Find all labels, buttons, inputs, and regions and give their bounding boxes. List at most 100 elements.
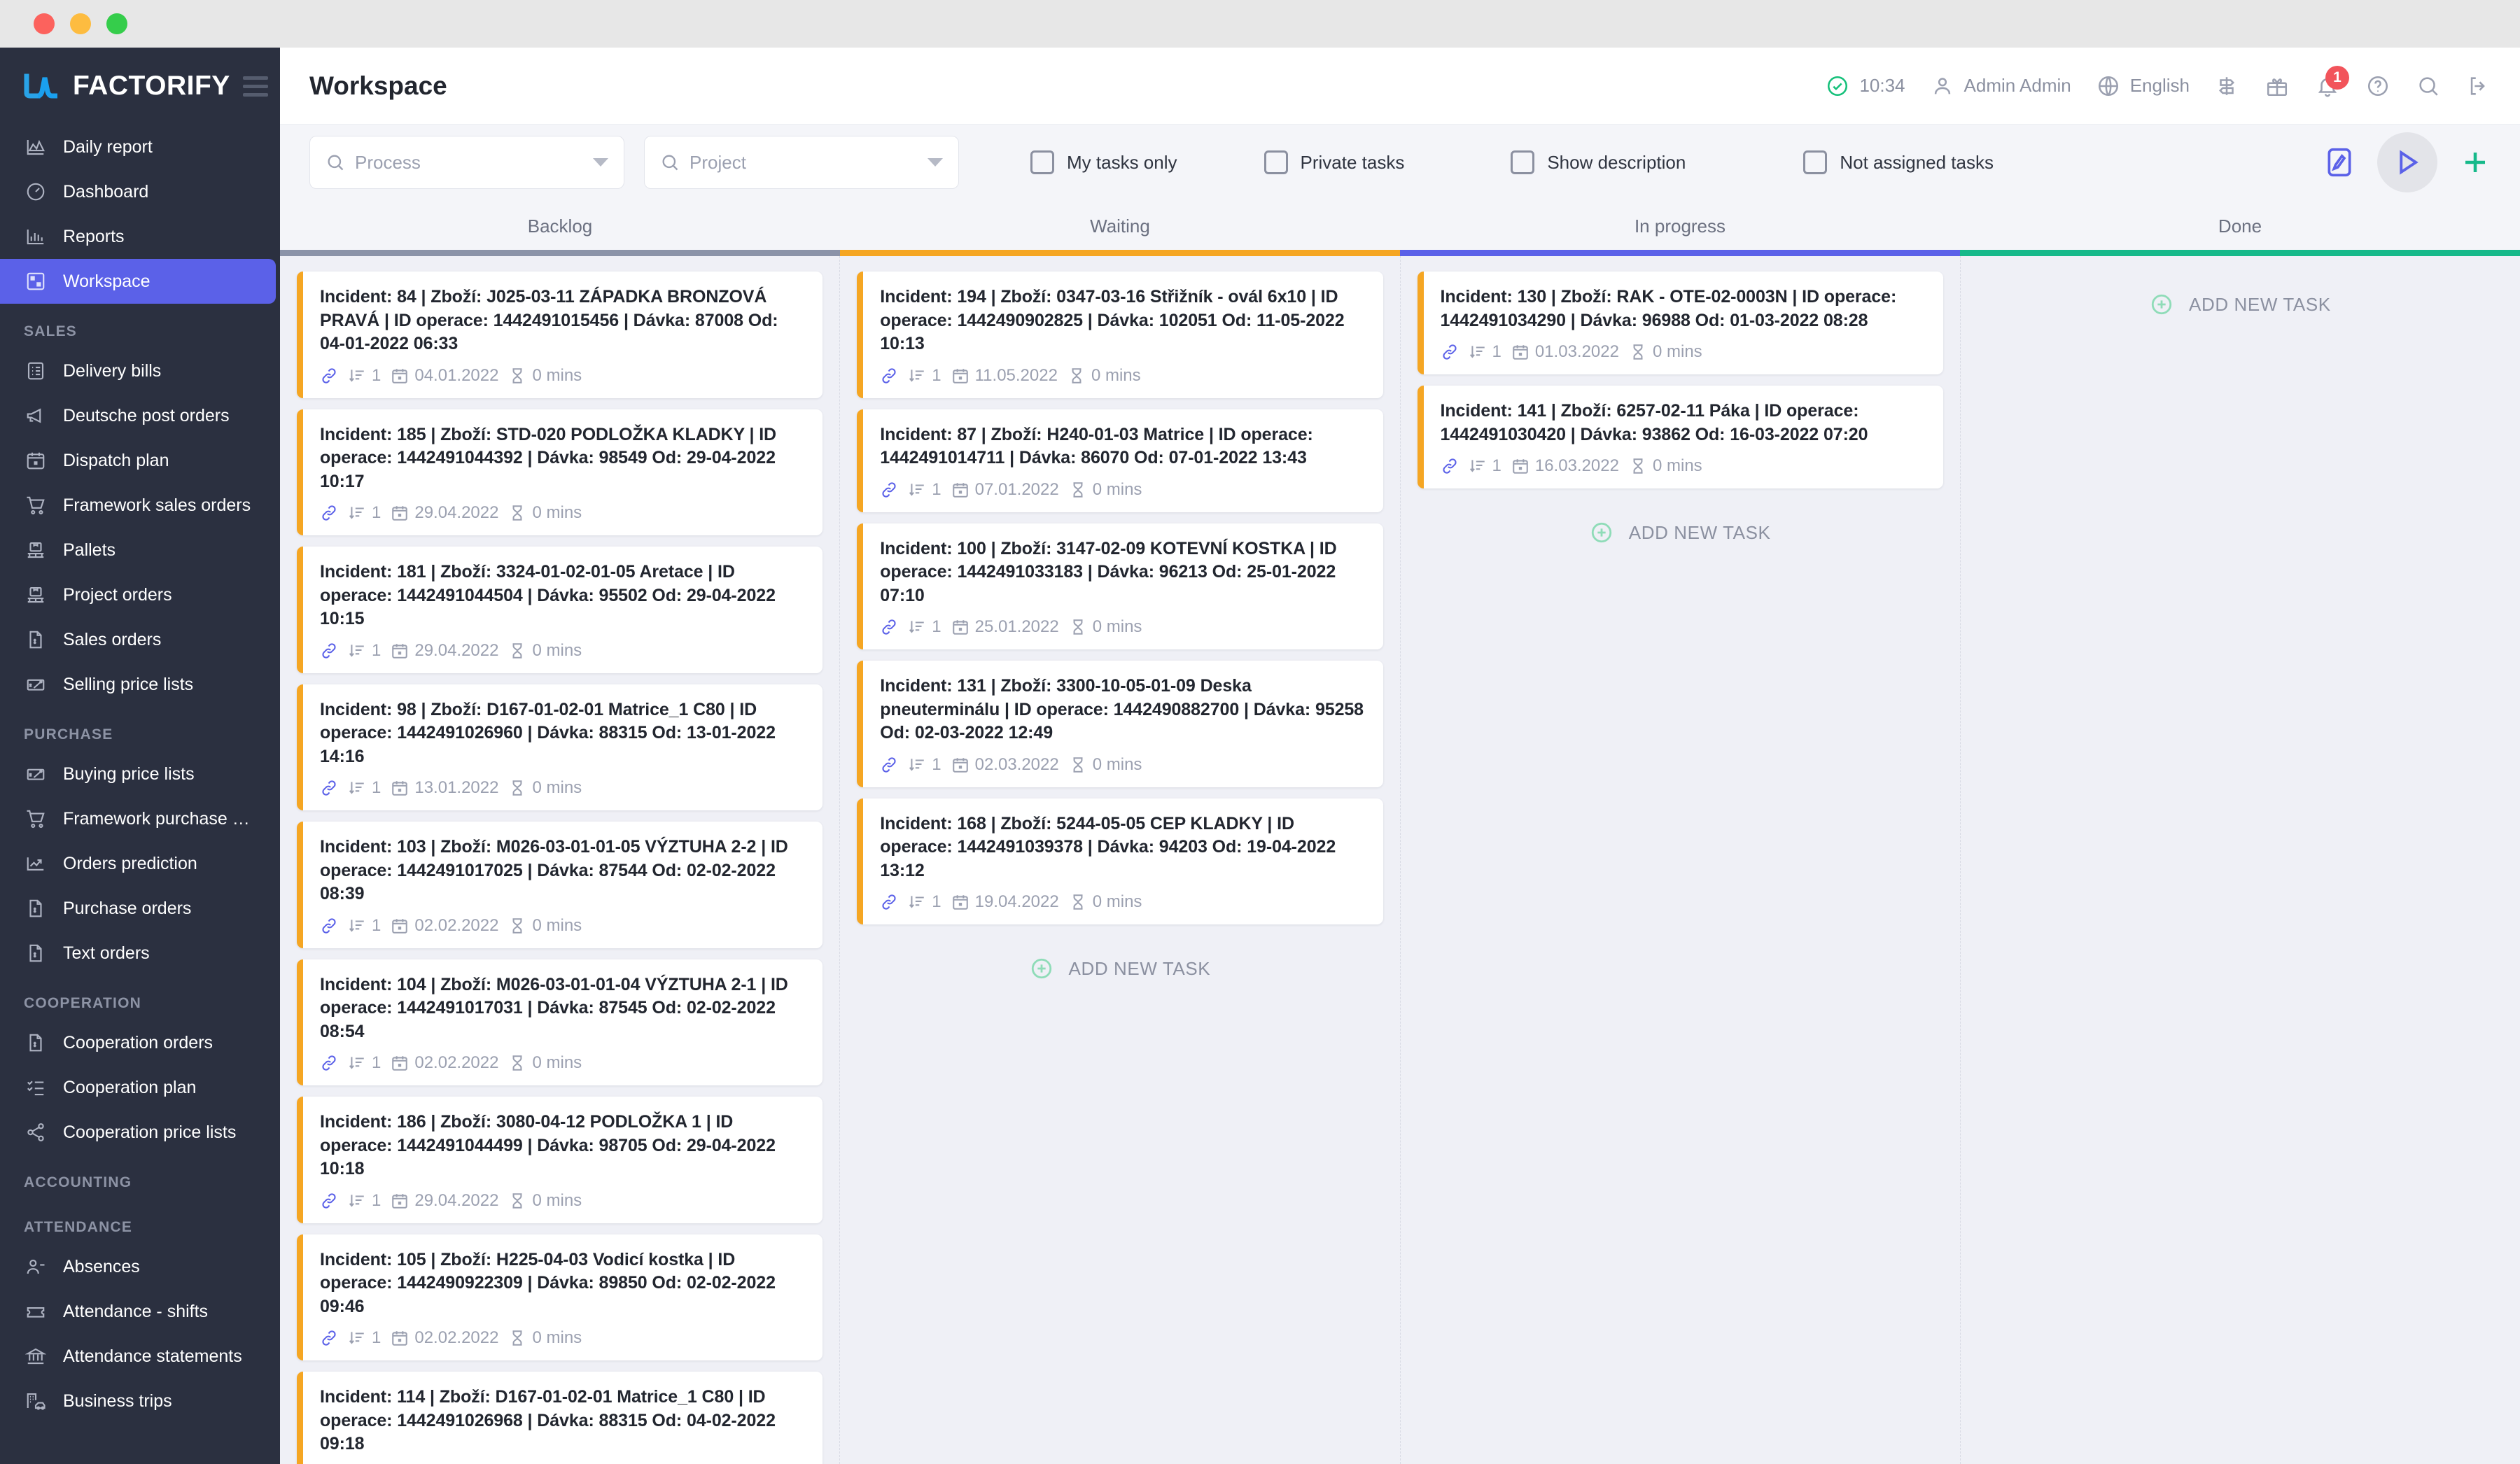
language-selector[interactable]: English [2095,73,2190,99]
hourglass-icon [1072,367,1082,383]
sidebar-item-workspace[interactable]: Workspace [0,259,276,304]
add-new-task-button[interactable]: ADD NEW TASK [857,936,1382,994]
board-column-header-done[interactable]: Done [1960,200,2520,250]
window-minimize-button[interactable] [70,13,91,34]
task-link[interactable] [880,618,898,636]
checkbox-box[interactable] [1030,150,1054,174]
task-card[interactable]: Incident: 104 | Zboží: M026-03-01-01-04 … [297,959,823,1085]
gift-icon[interactable] [2264,73,2290,99]
task-card[interactable]: Incident: 114 | Zboží: D167-01-02-01 Mat… [297,1372,823,1464]
board-column-header-backlog[interactable]: Backlog [280,200,840,250]
sidebar-item-framework-purchase-orders[interactable]: Framework purchase ord... [0,796,280,841]
sidebar-item-deutsche-post-orders[interactable]: Deutsche post orders [0,393,280,438]
window-maximize-button[interactable] [106,13,127,34]
task-card[interactable]: Incident: 185 | Zboží: STD-020 PODLOŽKA … [297,409,823,535]
board-column-in-progress[interactable]: Incident: 130 | Zboží: RAK - OTE-02-0003… [1401,256,1961,1464]
board-column-waiting[interactable]: Incident: 194 | Zboží: 0347-03-16 Střižn… [840,256,1401,1464]
sidebar-item-cooperation-price-lists[interactable]: Cooperation price lists [0,1110,280,1155]
accent-backlog [280,250,840,256]
task-date: 19.04.2022 [951,892,1059,912]
task-link[interactable] [320,917,338,935]
sidebar-item-delivery-bills[interactable]: Delivery bills [0,349,280,393]
board-column-done[interactable]: ADD NEW TASK [1961,256,2520,1464]
project-select[interactable]: Project [644,136,959,189]
task-card[interactable]: Incident: 105 | Zboží: H225-04-03 Vodicí… [297,1234,823,1360]
board-column-header-waiting[interactable]: Waiting [840,200,1400,250]
task-card[interactable]: Incident: 186 | Zboží: 3080-04-12 PODLOŽ… [297,1097,823,1223]
add-button[interactable] [2458,146,2492,179]
task-link[interactable] [320,779,338,797]
sidebar-item-buying-price-lists[interactable]: Buying price lists [0,752,280,796]
add-new-task-button[interactable]: ADD NEW TASK [1977,272,2503,330]
sidebar-item-selling-price-lists[interactable]: Selling price lists [0,662,280,707]
task-link[interactable] [320,1192,338,1210]
task-card[interactable]: Incident: 98 | Zboží: D167-01-02-01 Matr… [297,684,823,810]
task-link[interactable] [1441,343,1459,361]
sidebar-item-text-orders[interactable]: Text orders [0,931,280,976]
sidebar-item-reports[interactable]: Reports [0,214,280,259]
window-close-button[interactable] [34,13,55,34]
task-link[interactable] [1441,457,1459,475]
task-duration: 0 mins [1069,617,1142,637]
sidebar-item-attendance-shifts[interactable]: Attendance - shifts [0,1289,280,1334]
task-link[interactable] [880,367,898,385]
task-link[interactable] [320,1329,338,1347]
task-link[interactable] [320,367,338,385]
task-card[interactable]: Incident: 130 | Zboží: RAK - OTE-02-0003… [1417,272,1943,374]
task-card[interactable]: Incident: 141 | Zboží: 6257-02-11 Páka |… [1417,386,1943,488]
task-card[interactable]: Incident: 87 | Zboží: H240-01-03 Matrice… [857,409,1383,512]
edit-button[interactable] [2323,146,2356,179]
logout-icon[interactable] [2465,73,2492,99]
priority-sort-icon [349,782,364,794]
task-link[interactable] [880,481,898,499]
task-link[interactable] [880,756,898,774]
board-column-backlog[interactable]: Incident: 84 | Zboží: J025-03-11 ZÁPADKA… [280,256,841,1464]
add-new-task-button[interactable]: ADD NEW TASK [1418,500,1943,558]
sidebar-item-pallets[interactable]: Pallets [0,528,280,572]
task-link[interactable] [320,504,338,522]
play-button[interactable] [2377,132,2437,192]
priority-sort-icon [1469,460,1485,472]
signpost-icon[interactable] [2213,73,2240,99]
checkbox-private-tasks[interactable]: Private tasks [1264,150,1404,174]
task-link[interactable] [320,1054,338,1072]
checkbox-box[interactable] [1264,150,1288,174]
user-menu[interactable]: Admin Admin [1929,73,2071,99]
sidebar-item-sales-orders[interactable]: Sales orders [0,617,280,662]
sidebar-item-project-orders[interactable]: Project orders [0,572,280,617]
checkbox-box[interactable] [1511,150,1535,174]
checkbox-not-assigned-tasks[interactable]: Not assigned tasks [1803,150,1994,174]
checkbox-my-tasks-only[interactable]: My tasks only [1030,150,1177,174]
sidebar-nav: Daily report Dashboard Reports Workspace [0,125,280,1437]
task-card-title: Incident: 105 | Zboží: H225-04-03 Vodicí… [320,1249,776,1316]
checkbox-box[interactable] [1803,150,1828,174]
task-card[interactable]: Incident: 100 | Zboží: 3147-02-09 KOTEVN… [857,523,1383,649]
sidebar-item-daily-report[interactable]: Daily report [0,125,280,169]
help-circle-icon[interactable] [2365,73,2391,99]
sidebar-item-purchase-orders[interactable]: Purchase orders [0,886,280,931]
sidebar-item-framework-sales-orders[interactable]: Framework sales orders [0,483,280,528]
task-date-value: 02.02.2022 [414,915,499,935]
sidebar-item-dispatch-plan[interactable]: Dispatch plan [0,438,280,483]
task-link[interactable] [880,893,898,911]
board-column-header-in-progress[interactable]: In progress [1400,200,1960,250]
task-card[interactable]: Incident: 181 | Zboží: 3324-01-02-01-05 … [297,547,823,673]
sidebar-item-dashboard[interactable]: Dashboard [0,169,280,214]
process-select[interactable]: Process [309,136,624,189]
task-card[interactable]: Incident: 131 | Zboží: 3300-10-05-01-09 … [857,661,1383,787]
sidebar-item-orders-prediction[interactable]: Orders prediction [0,841,280,886]
sidebar-item-absences[interactable]: Absences [0,1244,280,1289]
sidebar-item-business-trips[interactable]: Business trips [0,1379,280,1423]
checkbox-show-description[interactable]: Show description [1511,150,1686,174]
sidebar-item-cooperation-orders[interactable]: Cooperation orders [0,1020,280,1065]
sidebar-collapse-button[interactable] [242,76,268,97]
sidebar-item-cooperation-plan[interactable]: Cooperation plan [0,1065,280,1110]
search-icon[interactable] [2415,73,2442,99]
task-link[interactable] [320,642,338,660]
task-card[interactable]: Incident: 168 | Zboží: 5244-05-05 CEP KL… [857,798,1383,924]
bell-icon[interactable]: 1 [2314,65,2349,99]
task-card[interactable]: Incident: 194 | Zboží: 0347-03-16 Střižn… [857,272,1383,398]
task-card[interactable]: Incident: 84 | Zboží: J025-03-11 ZÁPADKA… [297,272,823,398]
task-card[interactable]: Incident: 103 | Zboží: M026-03-01-01-05 … [297,822,823,948]
sidebar-item-attendance-statements[interactable]: Attendance statements [0,1334,280,1379]
